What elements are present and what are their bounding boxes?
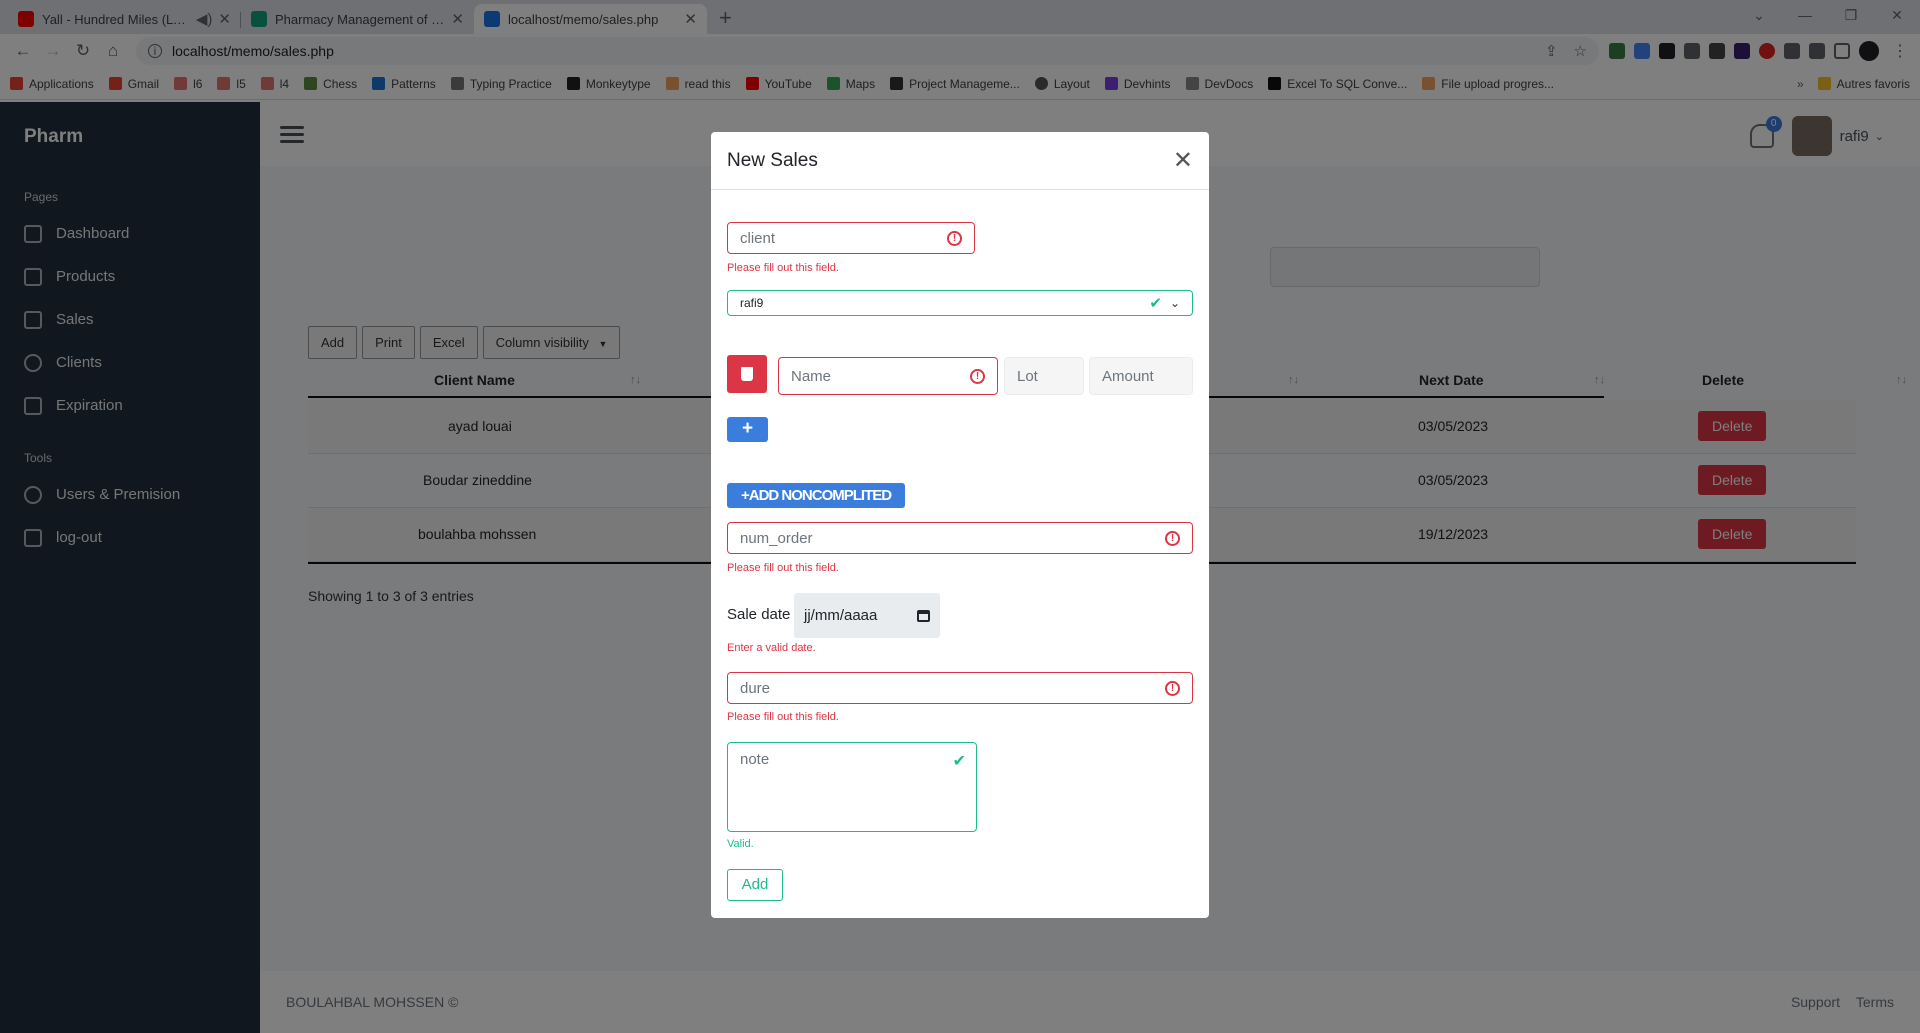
add-noncompleted-button[interactable]: +ADD NONCOMPLITED bbox=[727, 483, 906, 508]
lot-input[interactable]: Lot bbox=[1004, 357, 1084, 395]
error-icon: ! bbox=[947, 230, 962, 246]
note-feedback: Valid. bbox=[727, 838, 754, 850]
modal-title: New Sales bbox=[727, 149, 818, 171]
sale-date-feedback: Enter a valid date. bbox=[727, 642, 816, 654]
product-name-input[interactable]: Name ! bbox=[778, 357, 998, 395]
sale-date-label: Sale date bbox=[727, 606, 791, 623]
user-select[interactable]: rafi9 ✔ ⌄ bbox=[727, 290, 1193, 316]
add-line-button[interactable]: + bbox=[727, 417, 768, 442]
close-icon[interactable]: ✕ bbox=[1173, 148, 1193, 173]
num-order-input[interactable]: num_order ! bbox=[727, 522, 1193, 554]
client-input[interactable]: client ! bbox=[727, 222, 975, 254]
chevron-down-icon: ⌄ bbox=[1169, 296, 1180, 310]
modal-header: New Sales ✕ bbox=[711, 132, 1209, 190]
error-icon: ! bbox=[1165, 530, 1180, 546]
note-textarea[interactable]: note ✔ bbox=[727, 742, 977, 832]
delete-line-button[interactable] bbox=[727, 355, 767, 393]
num-order-feedback: Please fill out this field. bbox=[727, 562, 839, 574]
error-icon: ! bbox=[1165, 680, 1180, 696]
calendar-icon[interactable] bbox=[917, 609, 930, 622]
trash-icon bbox=[741, 367, 753, 381]
dure-feedback: Please fill out this field. bbox=[727, 711, 839, 723]
error-icon: ! bbox=[970, 368, 985, 384]
dure-input[interactable]: dure ! bbox=[727, 672, 1193, 704]
check-icon: ✔ bbox=[952, 753, 966, 770]
client-feedback: Please fill out this field. bbox=[727, 262, 839, 274]
submit-add-button[interactable]: Add bbox=[727, 869, 783, 901]
check-icon: ✔ bbox=[1149, 295, 1162, 312]
new-sales-modal: New Sales ✕ client ! Please fill out thi… bbox=[711, 132, 1209, 918]
sale-date-input[interactable]: jj/mm/aaaa bbox=[794, 593, 940, 638]
amount-input[interactable]: Amount bbox=[1089, 357, 1193, 395]
